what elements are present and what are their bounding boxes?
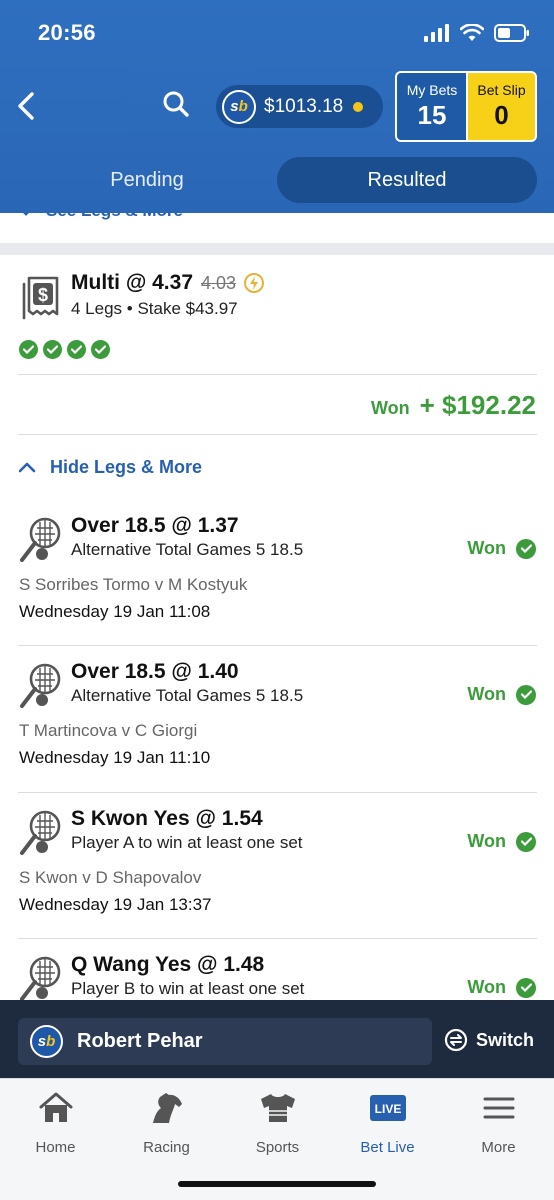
- leg-status: Won: [467, 684, 536, 705]
- leg-date: Wednesday 19 Jan 13:37: [19, 895, 212, 914]
- chevron-left-icon: [18, 92, 34, 120]
- check-circle-icon: [516, 538, 536, 559]
- leg-date: Wednesday 19 Jan 11:08: [19, 602, 211, 621]
- chevron-down-icon: [23, 213, 29, 216]
- multi-title: Multi @ 4.37: [71, 271, 194, 294]
- see-legs-link[interactable]: See Legs & More: [18, 213, 183, 221]
- balance-pill[interactable]: sb $1013.18: [216, 85, 383, 128]
- back-button[interactable]: [8, 80, 44, 132]
- leg-title: Q Wang Yes @ 1.48: [71, 953, 265, 976]
- leg-market: Alternative Total Games 5 18.5: [71, 686, 304, 705]
- leg-match: S Kwon v D Shapovalov: [19, 868, 202, 887]
- wifi-icon: [460, 24, 484, 41]
- status-icons: [424, 24, 530, 42]
- tab-resulted[interactable]: Resulted: [277, 157, 537, 203]
- check-circle-icon: [516, 684, 536, 705]
- legs-won-indicators: [19, 340, 110, 359]
- check-circle-icon: [91, 340, 110, 359]
- bet-slip-button[interactable]: Bet Slip 0: [466, 71, 537, 142]
- leg-title: S Kwon Yes @ 1.54: [71, 807, 263, 830]
- sportsbet-logo: sb: [30, 1025, 63, 1058]
- my-bets-button[interactable]: My Bets 15: [395, 71, 467, 142]
- leg-item: Q Wang Yes @ 1.48 Player B to win at lea…: [0, 939, 554, 1000]
- search-button[interactable]: [156, 84, 196, 124]
- tab-pending[interactable]: Pending: [18, 157, 276, 203]
- search-icon: [163, 91, 189, 117]
- home-icon: [39, 1092, 72, 1122]
- check-circle-icon: [516, 977, 536, 998]
- nav-bet-live-label: Bet Live: [360, 1139, 415, 1156]
- nav-racing[interactable]: Racing: [111, 1089, 222, 1156]
- balance-amount: $1013.18: [264, 95, 344, 117]
- leg-market: Player B to win at least one set: [71, 979, 305, 998]
- leg-title: Over 18.5 @ 1.37: [71, 514, 239, 537]
- nav-racing-label: Racing: [143, 1139, 190, 1156]
- bet-slip-count: 0: [494, 100, 509, 130]
- leg-status: Won: [467, 538, 536, 559]
- nav-sports-label: Sports: [255, 1139, 300, 1156]
- leg-match: T Martincova v C Giorgi: [19, 721, 198, 740]
- battery-icon: [494, 24, 529, 42]
- tennis-racket-icon: [20, 956, 61, 1000]
- horse-icon: [152, 1093, 182, 1123]
- tennis-racket-icon: [20, 517, 61, 562]
- leg-status: Won: [467, 831, 536, 852]
- tennis-racket-icon: [20, 663, 61, 708]
- status-bar: 20:56: [0, 0, 554, 66]
- multi-result: Won + $192.22: [371, 390, 536, 421]
- switch-account-button[interactable]: Switch: [444, 1028, 534, 1052]
- multi-old-odds: 4.03: [201, 272, 237, 293]
- status-time: 20:56: [38, 20, 96, 45]
- divider: [18, 374, 537, 375]
- bet-results-list[interactable]: See Legs & More $ Multi @ 4.37 4.03 4 Le…: [0, 213, 554, 1000]
- account-bar: sb Robert Pehar Switch: [0, 1000, 554, 1078]
- live-icon: LIVE: [369, 1095, 406, 1121]
- leg-market: Player A to win at least one set: [71, 833, 303, 852]
- jersey-icon: [260, 1094, 295, 1122]
- leg-match: S Sorribes Tormo v M Kostyuk: [19, 575, 248, 594]
- multi-result-amount: + $192.22: [419, 390, 536, 420]
- signal-icon: [424, 24, 449, 42]
- leg-item: Over 18.5 @ 1.37 Alternative Total Games…: [0, 500, 554, 646]
- tennis-racket-icon: [20, 810, 61, 855]
- leg-market: Alternative Total Games 5 18.5: [71, 540, 304, 559]
- my-bets-label: My Bets: [406, 82, 458, 98]
- leg-date: Wednesday 19 Jan 11:10: [19, 748, 211, 767]
- leg-title: Over 18.5 @ 1.40: [71, 660, 239, 683]
- multi-bet-icon: $: [20, 274, 62, 325]
- leg-item: S Kwon Yes @ 1.54 Player A to win at lea…: [0, 793, 554, 939]
- divider: [18, 434, 537, 435]
- nav-home[interactable]: Home: [0, 1089, 111, 1156]
- home-indicator: [178, 1181, 376, 1187]
- nav-sports[interactable]: Sports: [222, 1089, 333, 1156]
- nav-home-label: Home: [35, 1139, 76, 1156]
- svg-text:$: $: [38, 285, 48, 305]
- nav-bet-live[interactable]: LIVE Bet Live: [332, 1089, 443, 1156]
- check-circle-icon: [516, 831, 536, 852]
- menu-icon: [483, 1097, 514, 1119]
- check-circle-icon: [19, 340, 38, 359]
- switch-icon: [444, 1028, 468, 1052]
- odds-boost-icon: [244, 273, 265, 293]
- multi-subtitle: 4 Legs • Stake $43.97: [71, 299, 238, 318]
- hide-legs-toggle[interactable]: Hide Legs & More: [18, 457, 202, 478]
- check-circle-icon: [43, 340, 62, 359]
- balance-indicator-dot: [353, 101, 364, 112]
- multi-result-label: Won: [370, 398, 410, 418]
- nav-more-label: More: [481, 1139, 516, 1156]
- leg-item: Over 18.5 @ 1.40 Alternative Total Games…: [0, 646, 554, 792]
- bet-slip-label: Bet Slip: [477, 82, 526, 98]
- sportsbet-logo: sb: [222, 89, 256, 124]
- multi-title-row: Multi @ 4.37 4.03: [71, 271, 265, 295]
- my-bets-count: 15: [417, 100, 447, 130]
- card-separator: [0, 243, 554, 255]
- account-button[interactable]: sb Robert Pehar: [18, 1018, 432, 1065]
- chevron-up-icon: [18, 462, 36, 473]
- account-name: Robert Pehar: [77, 1030, 203, 1052]
- nav-more[interactable]: More: [443, 1089, 554, 1156]
- app-header: 20:56 s b $1013.18 My Bets 15 Bet Slip 0…: [0, 0, 554, 213]
- svg-text:LIVE: LIVE: [374, 1102, 401, 1116]
- leg-status: Won: [467, 977, 536, 998]
- check-circle-icon: [67, 340, 86, 359]
